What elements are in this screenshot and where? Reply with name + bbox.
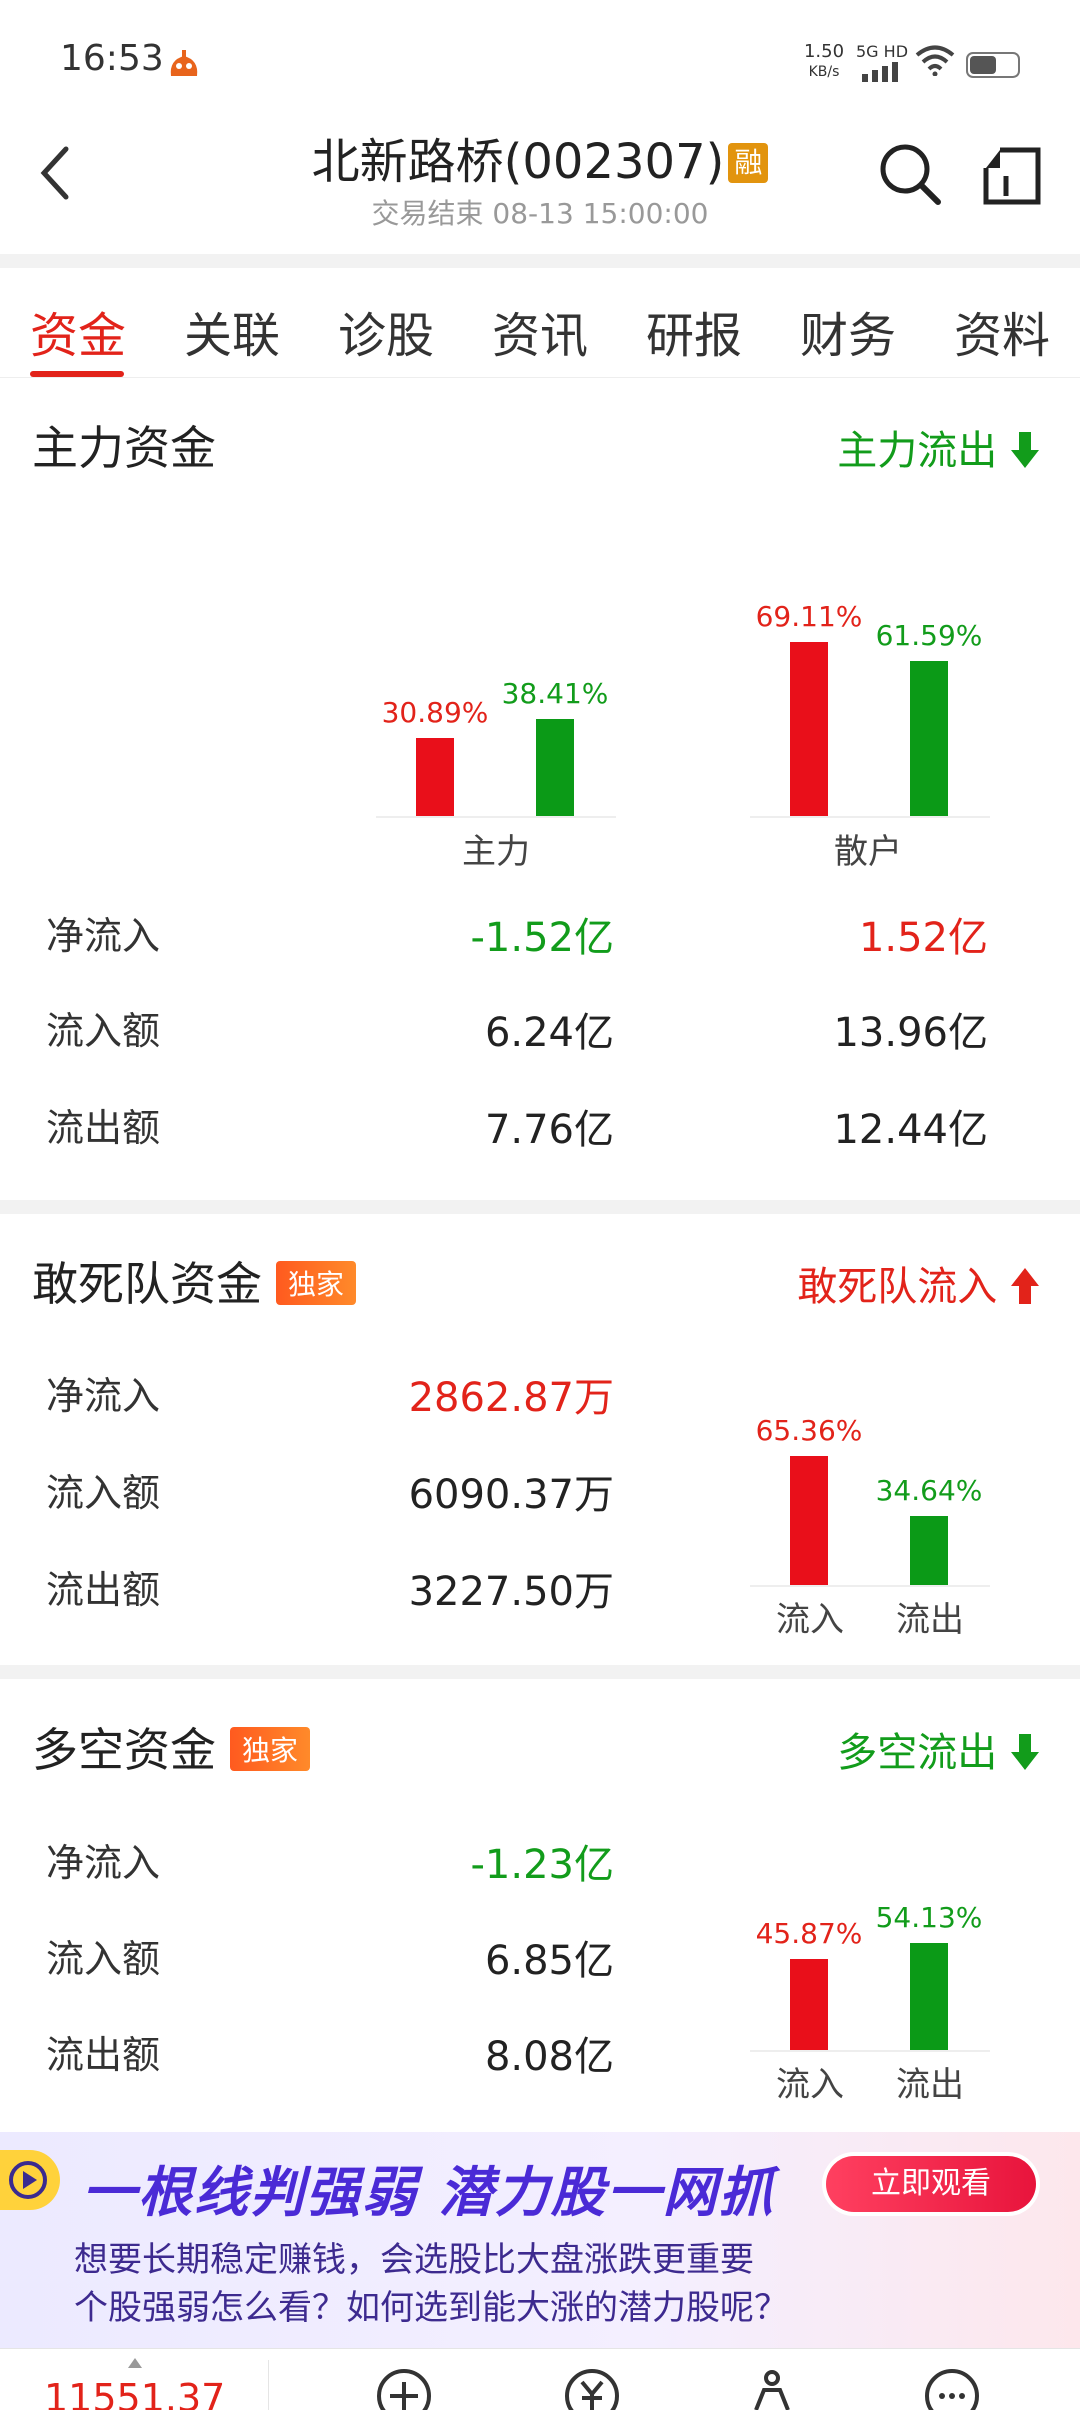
chart1-outflow-1-bar <box>910 660 948 816</box>
arrow-up-icon <box>1011 1268 1039 1304</box>
row-label-net-inflow: 净流入 <box>46 1374 161 1418</box>
main-fund-flow-tag: 主力流出 <box>837 418 1040 476</box>
chart1-inflow-1-label: 69.11% <box>755 599 863 633</box>
play-icon <box>0 2150 60 2210</box>
axis-line <box>376 816 616 818</box>
axis-line <box>750 816 990 818</box>
category-label-main: 主力 <box>462 832 530 872</box>
row-label-inflow: 流入额 <box>46 1009 161 1053</box>
category-label-inflow: 流入 <box>776 1600 844 1640</box>
divider <box>0 254 1080 268</box>
trade-icon[interactable] <box>564 2368 620 2410</box>
status-bar: 16:53 1.50 KB/s 5G HD <box>0 0 1080 110</box>
row-label-inflow: 流入额 <box>46 1471 161 1515</box>
share-icon[interactable] <box>982 146 1042 206</box>
main-outflow-value: 7.76亿 <box>484 1107 614 1153</box>
tab-bar: 资金 关联 诊股 资讯 研报 财务 资料 <box>0 268 1080 378</box>
exclusive-badge: 独家 <box>276 1261 357 1305</box>
category-label-outflow: 流出 <box>896 2065 964 2105</box>
chart3-inflow-bar <box>790 1959 828 2050</box>
tab-fund[interactable]: 资金 <box>30 296 126 366</box>
banner-text-line-2: 个股强弱怎么看？如何选到能大涨的潜力股呢？ <box>74 2288 788 2328</box>
search-icon[interactable] <box>878 142 942 206</box>
wifi-icon <box>915 45 955 76</box>
row-label-outflow: 流出额 <box>46 1568 161 1612</box>
longshort-inflow-value: 6.85亿 <box>484 1938 614 1984</box>
row-label-inflow: 流入额 <box>46 1937 161 1981</box>
retail-outflow-value: 12.44亿 <box>833 1107 988 1153</box>
category-label-retail: 散户 <box>834 832 902 872</box>
row-label-outflow: 流出额 <box>46 2033 161 2077</box>
add-watchlist-icon[interactable] <box>376 2368 432 2410</box>
category-label-outflow: 流出 <box>896 1600 964 1640</box>
signal-icon <box>862 62 898 82</box>
retail-inflow-value: 13.96亿 <box>833 1010 988 1056</box>
battery-icon <box>966 52 1020 78</box>
divider <box>0 1200 1080 1214</box>
tab-diagnosis[interactable]: 诊股 <box>338 296 434 366</box>
alert-icon[interactable] <box>744 2368 800 2410</box>
chart2-inflow-bar <box>790 1455 828 1585</box>
category-label-inflow: 流入 <box>776 2065 844 2105</box>
main-inflow-value: 6.24亿 <box>484 1010 614 1056</box>
dare-net-inflow-value: 2862.87万 <box>408 1375 614 1421</box>
margin-badge: 融 <box>728 143 769 183</box>
row-label-net-inflow: 净流入 <box>46 1841 161 1885</box>
arrow-down-icon <box>1011 432 1039 468</box>
banner-headline: 一根线判强弱 潜力股一网抓 <box>82 2161 775 2224</box>
tab-news[interactable]: 资讯 <box>492 296 588 366</box>
row-label-net-inflow: 净流入 <box>46 914 161 958</box>
row-label-outflow: 流出额 <box>46 1106 161 1150</box>
clock: 16:53 <box>60 38 164 79</box>
chart2-outflow-label: 34.64% <box>875 1474 983 1508</box>
chart1-inflow-1-bar <box>790 641 828 816</box>
chart3-inflow-label: 45.87% <box>755 1917 863 1951</box>
tab-profile[interactable]: 资料 <box>954 296 1050 366</box>
dare-outflow-value: 3227.50万 <box>408 1569 614 1615</box>
tab-finance[interactable]: 财务 <box>800 296 896 366</box>
banner-text-line-1: 想要长期稳定赚钱，会选股比大盘涨跌更重要 <box>74 2240 754 2280</box>
longshort-outflow-value: 8.08亿 <box>484 2034 614 2080</box>
chart3-outflow-label: 54.13% <box>875 1900 983 1934</box>
chart1-outflow-0-bar <box>536 719 574 816</box>
app-notification-icon <box>170 50 198 76</box>
watch-now-button[interactable]: 立即观看 <box>826 2156 1036 2212</box>
network-speed: 1.50 KB/s <box>803 41 845 81</box>
retail-net-inflow-value: 1.52亿 <box>858 915 988 961</box>
axis-line <box>750 2050 990 2052</box>
exclusive-badge: 独家 <box>230 1727 311 1771</box>
tab-related[interactable]: 关联 <box>184 296 280 366</box>
chart1-inflow-0-bar <box>416 738 454 816</box>
index-value[interactable]: 11551.37 <box>44 2376 225 2410</box>
longshort-fund-flow-tag: 多空流出 <box>837 1720 1040 1778</box>
chart1-inflow-0-label: 30.89% <box>381 696 489 730</box>
dare-fund-flow-tag: 敢死队流入 <box>797 1254 1040 1312</box>
axis-line <box>750 1585 990 1587</box>
chart1-outflow-1-label: 61.59% <box>875 618 983 652</box>
tab-research[interactable]: 研报 <box>646 296 742 366</box>
active-tab-underline <box>30 371 124 377</box>
divider <box>268 2360 269 2410</box>
main-net-inflow-value: -1.52亿 <box>470 915 615 961</box>
more-icon[interactable] <box>924 2368 980 2410</box>
dare-inflow-value: 6090.37万 <box>408 1472 614 1518</box>
longshort-net-inflow-value: -1.23亿 <box>470 1842 615 1888</box>
longshort-fund-title: 多空资金 独家 <box>32 1714 311 1780</box>
arrow-down-icon <box>1011 1734 1039 1770</box>
main-fund-title: 主力资金 <box>32 421 216 475</box>
chart3-outflow-bar <box>910 1942 948 2050</box>
caret-up-icon <box>128 2358 142 2368</box>
chart2-outflow-bar <box>910 1516 948 1585</box>
divider <box>0 1665 1080 1679</box>
chart1-outflow-0-label: 38.41% <box>501 677 609 711</box>
chart2-inflow-label: 65.36% <box>755 1413 863 1447</box>
dare-fund-title: 敢死队资金 独家 <box>32 1248 357 1314</box>
network-type: 5G HD <box>856 42 909 61</box>
